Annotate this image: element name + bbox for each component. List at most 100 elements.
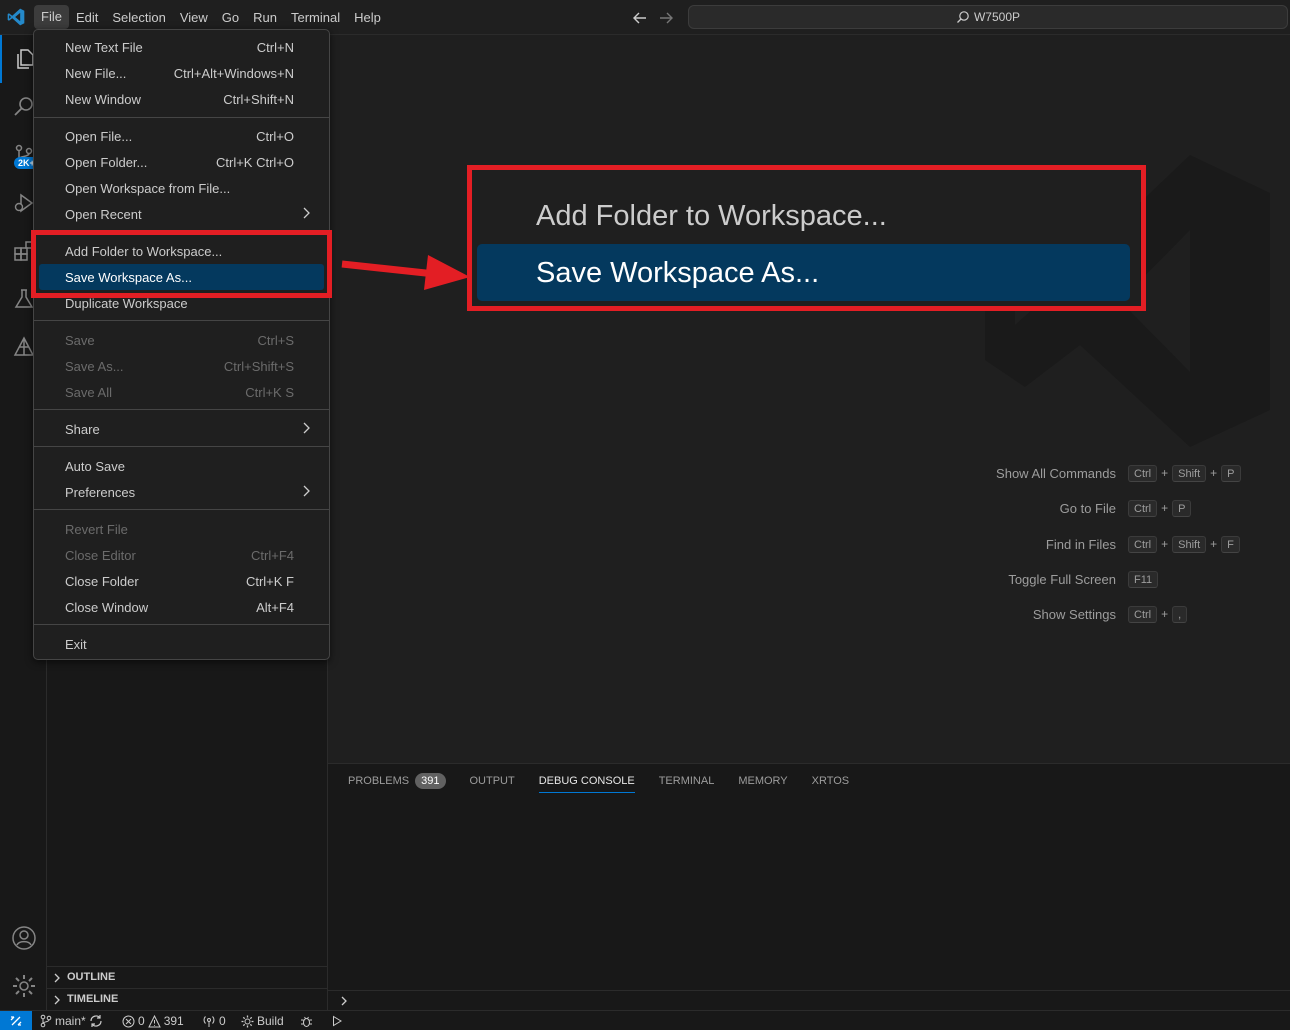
menu-item-label: Revert File [65,521,128,537]
menu-item-shortcut: Ctrl+F4 [251,547,294,563]
menu-separator [34,624,329,625]
menu-item-close-window[interactable]: Close Window Alt+F4 [39,594,324,620]
shortcut-label: Show Settings [1032,606,1116,622]
shortcut-label: Toggle Full Screen [1008,571,1116,587]
broadcast-icon [203,1016,215,1027]
menu-item-label: Close Folder [65,573,139,589]
menu-item-shortcut: Ctrl+N [256,39,294,55]
key-cap: Shift [1172,535,1207,553]
menu-item-shortcut: Ctrl+Alt+Windows+N [173,65,294,81]
ports-count: 0 [219,1014,226,1028]
menu-item-exit[interactable]: Exit [39,631,324,657]
key-cap: P [1172,499,1192,517]
menu-item-close-folder[interactable]: Close Folder Ctrl+K F [39,568,324,594]
menu-item-close-editor[interactable]: Close Editor Ctrl+F4 [39,542,324,568]
tab-debug-console[interactable]: DEBUG CONSOLE [538,764,635,799]
debug-console-input[interactable] [328,990,1290,1011]
menu-item-label: Open Folder... [65,154,148,170]
menu-item-label: Open Recent [65,206,142,222]
back-arrow-icon[interactable] [630,8,650,28]
chevron-right-icon [303,422,310,434]
shortcut-go-to-file: Go to File Ctrl + P [900,497,1270,519]
menu-item-new-text-file[interactable]: New Text File Ctrl+N [39,34,324,60]
build-status[interactable]: Build [241,1013,284,1029]
menu-item-auto-save[interactable]: Auto Save [39,453,324,479]
debug-status[interactable] [300,1013,313,1029]
problems-status[interactable]: 0 391 [122,1013,184,1029]
chevron-right-icon [54,973,60,983]
gear-icon [241,1015,254,1027]
menu-help[interactable]: Help [347,0,388,35]
tab-terminal[interactable]: TERMINAL [659,764,715,799]
menu-item-new-file[interactable]: New File... Ctrl+Alt+Windows+N [39,60,324,86]
search-icon [957,11,969,23]
menu-item-label: Save As... [65,358,124,374]
branch-name: main* [55,1014,86,1028]
menu-item-label: Auto Save [65,458,125,474]
key-cap: P [1221,464,1241,482]
menu-item-open-file[interactable]: Open File... Ctrl+O [39,123,324,149]
branch-status[interactable]: main* [40,1013,103,1029]
bottom-panel: PROBLEMS 391 OUTPUT DEBUG CONSOLE TERMINA… [328,763,1290,1010]
menu-item-shortcut: Ctrl+K S [245,384,294,400]
settings-gear-icon[interactable] [0,962,47,1010]
menu-item-open-workspace[interactable]: Open Workspace from File... [39,175,324,201]
tab-problems[interactable]: PROBLEMS 391 [348,764,446,799]
vscode-logo-icon [7,8,25,26]
menu-item-label: Close Editor [65,547,136,563]
key-cap: Ctrl [1128,499,1158,517]
menu-item-shortcut: Ctrl+K F [245,573,294,589]
menu-item-label: Preferences [65,484,136,500]
warning-count: 391 [163,1014,184,1028]
sync-icon [90,1015,102,1027]
menu-item-label: Open Workspace from File... [65,180,231,196]
menu-item-label: Close Window [65,599,149,615]
menu-item-label: New Text File [65,39,143,55]
menu-item-label: Save [65,332,95,348]
shortcut-label: Find in Files [1045,536,1116,552]
timeline-section[interactable]: TIMELINE [47,988,328,1010]
play-icon [333,1015,342,1027]
outline-section[interactable]: OUTLINE [47,966,328,988]
key-cap: Ctrl [1128,464,1158,482]
build-label: Build [257,1014,284,1028]
menu-file[interactable]: File [34,5,69,29]
menu-item-open-folder[interactable]: Open Folder... Ctrl+K Ctrl+O [39,149,324,175]
shortcut-find-in-files: Find in Files Ctrl + Shift + F [900,533,1270,555]
forward-arrow-icon[interactable] [656,8,676,28]
menu-item-shortcut: Alt+F4 [256,599,294,615]
git-branch-icon [40,1014,52,1028]
menu-separator [34,409,329,410]
menu-item-save-as[interactable]: Save As... Ctrl+Shift+S [39,353,324,379]
annotation-highlight-box [31,230,332,298]
accounts-icon[interactable] [0,914,47,962]
tab-label: PROBLEMS [348,775,410,787]
menu-item-share[interactable]: Share [39,416,324,442]
menu-item-preferences[interactable]: Preferences [39,479,324,505]
run-status[interactable] [331,1013,343,1029]
tab-output[interactable]: OUTPUT [470,764,515,799]
file-menu-dropdown: New Text File Ctrl+N New File... Ctrl+Alt+… [33,29,330,660]
menu-item-new-window[interactable]: New Window Ctrl+Shift+N [39,86,324,112]
menu-item-open-recent[interactable]: Open Recent [39,201,324,227]
menu-item-save-all[interactable]: Save All Ctrl+K S [39,379,324,405]
remote-indicator[interactable] [0,1011,32,1030]
key-cap: Ctrl [1128,535,1158,553]
warning-icon [147,1014,161,1027]
chevron-right-icon [303,207,310,219]
shortcut-show-all-commands: Show All Commands Ctrl + Shift + P [900,462,1270,484]
chevron-right-icon [341,996,347,1006]
ports-status[interactable]: 0 [202,1013,226,1029]
menu-item-save[interactable]: Save Ctrl+S [39,327,324,353]
command-center-search[interactable]: W7500P [688,5,1288,29]
menu-item-label: Open File... [65,128,133,144]
menu-item-label: Exit [65,636,87,652]
bug-icon [301,1016,312,1027]
shortcut-label: Show All Commands [996,465,1116,481]
tab-xrtos[interactable]: XRTOS [812,764,850,799]
menu-item-revert-file[interactable]: Revert File [39,516,324,542]
key-cap: F [1221,535,1240,553]
tab-memory[interactable]: MEMORY [738,764,787,799]
panel-tabs: PROBLEMS 391 OUTPUT DEBUG CONSOLE TERMINA… [348,764,873,799]
annotation-arrow-icon [341,255,470,290]
